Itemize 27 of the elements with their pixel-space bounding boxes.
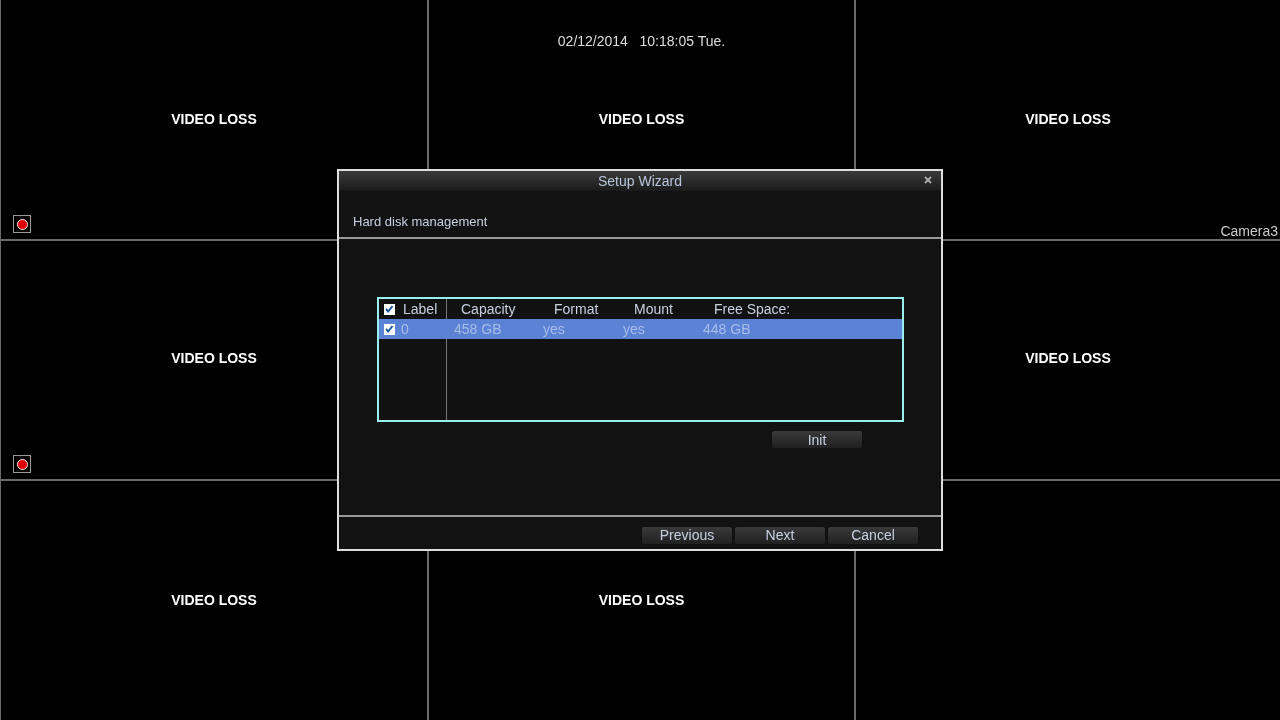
wizard-button[interactable]: Previous [641, 525, 733, 545]
date-time: 02/12/2014 10:18:05 Tue. [556, 33, 727, 49]
table-cell-text: yes [543, 321, 566, 337]
video-loss-label: VIDEO LOSS [171, 350, 257, 366]
checkbox[interactable] [383, 303, 395, 315]
init-button[interactable]: Init [771, 430, 863, 449]
column-header: Label [402, 301, 439, 317]
video-loss-label: VIDEO LOSS [1025, 111, 1111, 127]
wizard-button[interactable]: Cancel [827, 525, 919, 545]
column-header: Mount [634, 301, 674, 317]
column-header: Format [554, 301, 600, 317]
video-loss-label: VIDEO LOSS [1025, 350, 1111, 366]
video-loss-label: VIDEO LOSS [171, 592, 257, 608]
camera-name: Camera3 [1220, 223, 1278, 239]
table-cell-text: 448 GB [703, 321, 752, 337]
column-header: Free Space: [714, 301, 792, 317]
checkbox[interactable] [383, 323, 395, 335]
close-icon[interactable] [924, 176, 932, 184]
video-loss-label: VIDEO LOSS [598, 111, 685, 127]
table-cell-text: yes [623, 321, 646, 337]
column-header: Capacity [460, 301, 517, 317]
wizard-button[interactable]: Next [734, 525, 826, 545]
table-cell-text: 0 [400, 321, 410, 337]
video-loss-label: VIDEO LOSS [598, 592, 685, 608]
video-loss-label: VIDEO LOSS [171, 111, 257, 127]
dialog-title: Setup Wizard [597, 173, 682, 189]
section-title: Hard disk management [352, 213, 489, 231]
